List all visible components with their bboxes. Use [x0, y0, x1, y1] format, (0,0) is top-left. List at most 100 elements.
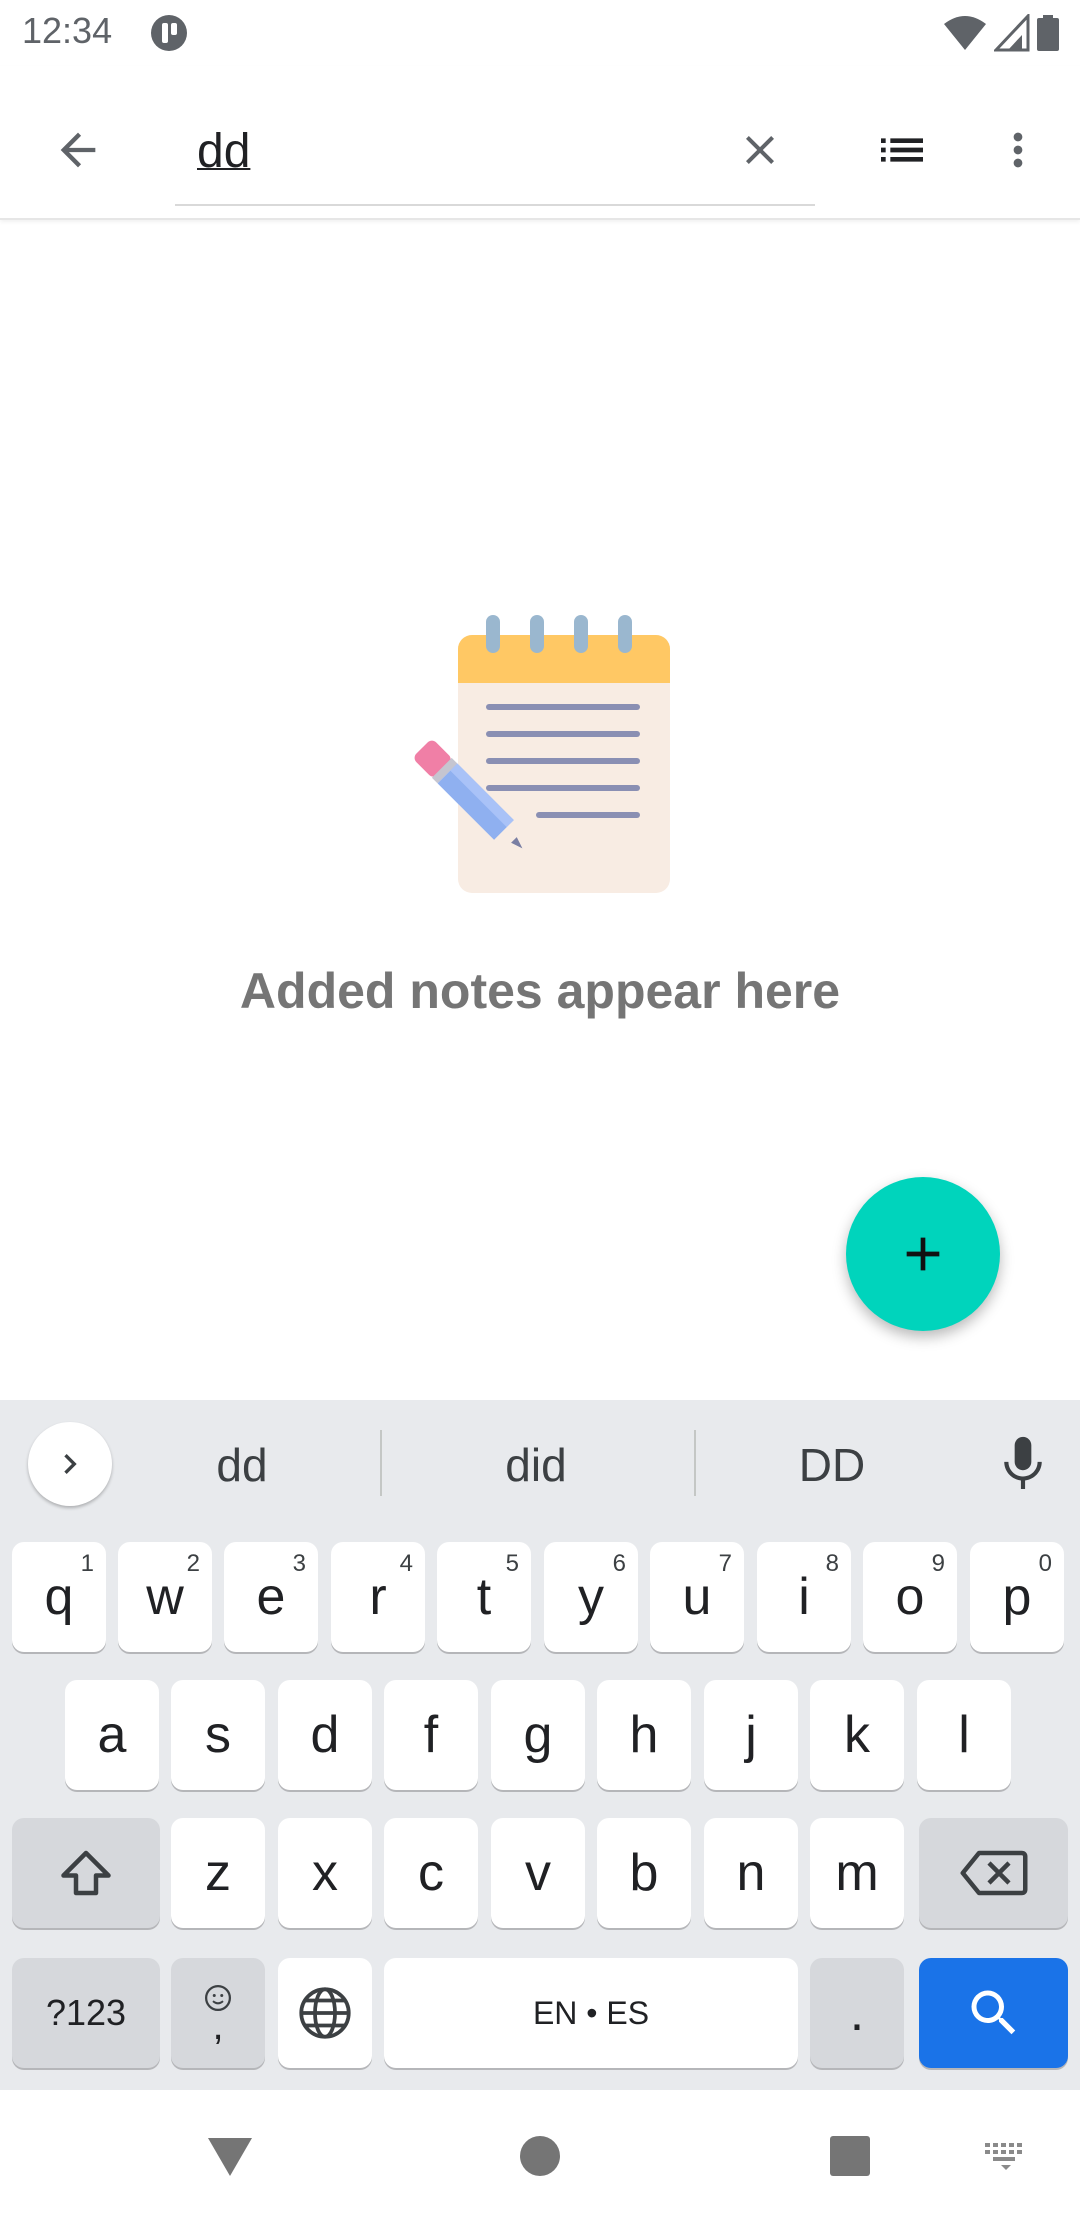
- battery-icon: [1037, 15, 1059, 51]
- add-note-fab[interactable]: [846, 1177, 1000, 1331]
- recents-square-icon: [830, 2136, 870, 2176]
- notepad-pencil-illustration: [414, 615, 670, 893]
- view-toggle-button[interactable]: [862, 110, 942, 190]
- key-hint: 9: [931, 1550, 945, 1577]
- nav-recents-button[interactable]: [820, 2126, 880, 2186]
- key-hint: 8: [825, 1550, 839, 1577]
- search-field-container: [175, 106, 815, 206]
- voice-input-button[interactable]: [990, 1426, 1056, 1502]
- soft-keyboard: dd did DD q1 w2 e3 r4 t5 y6 u7 i8 o9 p0 …: [0, 1400, 1080, 2090]
- key-hint: 1: [80, 1550, 94, 1577]
- key-q[interactable]: q1: [12, 1542, 106, 1652]
- back-triangle-icon: [208, 2138, 252, 2176]
- status-icons: [942, 14, 1060, 52]
- key-v[interactable]: v: [491, 1818, 585, 1928]
- arrow-back-icon: [60, 132, 96, 168]
- suggestion-divider: [380, 1430, 382, 1496]
- wifi-icon: [944, 16, 986, 50]
- plus-icon: [906, 1237, 940, 1271]
- key-f[interactable]: f: [384, 1680, 478, 1790]
- period-key[interactable]: .: [810, 1958, 904, 2068]
- backspace-key[interactable]: [919, 1818, 1068, 1928]
- key-label: o: [895, 1568, 925, 1626]
- chevron-right-icon: [64, 1454, 77, 1474]
- key-i[interactable]: i8: [757, 1542, 851, 1652]
- globe-icon: [299, 1987, 351, 2039]
- more-vert-icon: [1013, 132, 1023, 168]
- key-label: w: [146, 1568, 184, 1626]
- nav-home-button[interactable]: [510, 2126, 570, 2186]
- keyboard-switch-button[interactable]: [976, 2126, 1036, 2186]
- key-y[interactable]: y6: [544, 1542, 638, 1652]
- suggestion-3[interactable]: DD: [740, 1430, 924, 1500]
- key-label: y: [578, 1568, 604, 1626]
- key-j[interactable]: j: [704, 1680, 798, 1790]
- key-hint: 2: [186, 1550, 200, 1577]
- mic-icon: [1004, 1436, 1042, 1489]
- key-label: t: [476, 1568, 492, 1626]
- key-u[interactable]: u7: [650, 1542, 744, 1652]
- status-time: 12:34: [22, 10, 113, 51]
- key-g[interactable]: g: [491, 1680, 585, 1790]
- key-hint: 6: [612, 1550, 626, 1577]
- suggestion-1[interactable]: dd: [150, 1430, 334, 1500]
- shift-key[interactable]: [12, 1818, 160, 1928]
- key-x[interactable]: x: [278, 1818, 372, 1928]
- back-button[interactable]: [38, 110, 118, 190]
- shift-icon: [61, 1850, 111, 1896]
- key-t[interactable]: t5: [437, 1542, 531, 1652]
- key-p[interactable]: p0: [970, 1542, 1064, 1652]
- key-d[interactable]: d: [278, 1680, 372, 1790]
- key-b[interactable]: b: [597, 1818, 691, 1928]
- key-e[interactable]: e3: [224, 1542, 318, 1652]
- search-key[interactable]: [919, 1958, 1068, 2068]
- key-label: i: [798, 1568, 810, 1626]
- key-hint: 5: [505, 1550, 519, 1577]
- key-k[interactable]: k: [810, 1680, 904, 1790]
- close-icon: [746, 136, 774, 164]
- notes-search-screen: 12:34 dd Added notes appear here dd did …: [0, 0, 1080, 2220]
- key-h[interactable]: h: [597, 1680, 691, 1790]
- space-key[interactable]: EN • ES: [384, 1958, 798, 2068]
- empty-state-message: Added notes appear here: [239, 963, 841, 1019]
- backspace-icon: [960, 1850, 1027, 1896]
- app-notification-icon: [151, 15, 187, 51]
- clear-search-button[interactable]: [720, 110, 800, 190]
- key-hint: 3: [292, 1550, 306, 1577]
- system-navigation-bar: [0, 2090, 1080, 2220]
- key-o[interactable]: o9: [863, 1542, 957, 1652]
- key-n[interactable]: n: [704, 1818, 798, 1928]
- key-label: p: [1002, 1568, 1032, 1626]
- key-hint: 0: [1038, 1550, 1052, 1577]
- search-input[interactable]: [197, 116, 677, 186]
- key-z[interactable]: z: [171, 1818, 265, 1928]
- comma-label: ,: [212, 2004, 224, 2048]
- search-icon: [971, 1990, 1015, 2035]
- key-a[interactable]: a: [65, 1680, 159, 1790]
- key-r[interactable]: r4: [331, 1542, 425, 1652]
- emoji-comma-key[interactable]: ,: [171, 1958, 265, 2068]
- key-label: r: [369, 1568, 387, 1626]
- symbols-key[interactable]: ?123: [12, 1958, 160, 2068]
- key-c[interactable]: c: [384, 1818, 478, 1928]
- nav-back-button[interactable]: [200, 2126, 260, 2186]
- key-l[interactable]: l: [917, 1680, 1011, 1790]
- key-m[interactable]: m: [810, 1818, 904, 1928]
- suggestion-divider: [694, 1430, 696, 1496]
- expand-toolbar-button[interactable]: [28, 1422, 112, 1506]
- key-s[interactable]: s: [171, 1680, 265, 1790]
- home-circle-icon: [520, 2136, 560, 2176]
- status-bar: 12:34: [0, 0, 1080, 66]
- key-hint: 7: [718, 1550, 732, 1577]
- key-label: q: [44, 1568, 74, 1626]
- suggestion-strip: dd did DD: [0, 1400, 1080, 1528]
- key-label: u: [682, 1568, 712, 1626]
- key-hint: 4: [399, 1550, 413, 1577]
- key-w[interactable]: w2: [118, 1542, 212, 1652]
- more-options-button[interactable]: [978, 110, 1058, 190]
- language-key[interactable]: [278, 1958, 372, 2068]
- search-toolbar: [0, 66, 1080, 220]
- key-label: e: [256, 1568, 286, 1626]
- signal-icon: [994, 14, 1030, 52]
- suggestion-2[interactable]: did: [440, 1430, 632, 1500]
